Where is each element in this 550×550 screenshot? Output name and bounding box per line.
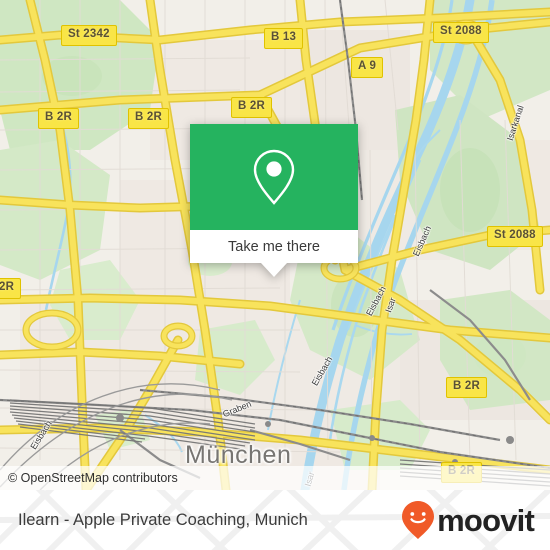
take-me-there-button[interactable]: Take me there — [190, 230, 358, 263]
attribution-bar: © OpenStreetMap contributors — [0, 466, 550, 490]
road-shield: St 2088 — [487, 226, 543, 247]
place-title: Ilearn - Apple Private Coaching, Munich — [18, 510, 308, 529]
moovit-wordmark: moovit — [437, 502, 535, 538]
road-shield: B 2R — [38, 108, 80, 129]
road-shield: B 2R — [128, 108, 170, 129]
road-shield: B 2R — [446, 377, 488, 398]
moovit-smiley-pin-icon — [402, 501, 435, 539]
road-shield: St 2342 — [61, 25, 117, 46]
location-pin-icon — [253, 149, 295, 205]
road-shield: B 13 — [264, 28, 304, 49]
road-shield: St 2088 — [433, 22, 489, 43]
road-shield: B 2R — [231, 97, 273, 118]
popup-pin-area — [190, 124, 358, 230]
map-screenshot: St 2342 B 13 St 2088 A 9 B 2R B 2R B 2R … — [0, 0, 550, 550]
footer-bar: Ilearn - Apple Private Coaching, Munich … — [0, 490, 550, 550]
map-canvas[interactable]: St 2342 B 13 St 2088 A 9 B 2R B 2R B 2R … — [0, 0, 550, 490]
popup-tail-pointer — [261, 263, 287, 277]
road-shield: A 9 — [351, 57, 384, 78]
road-shield: 2R — [0, 278, 22, 299]
moovit-logo[interactable]: moovit — [401, 500, 535, 540]
osm-attribution-text[interactable]: © OpenStreetMap contributors — [0, 471, 178, 485]
location-popup-card[interactable]: Take me there — [190, 124, 358, 277]
